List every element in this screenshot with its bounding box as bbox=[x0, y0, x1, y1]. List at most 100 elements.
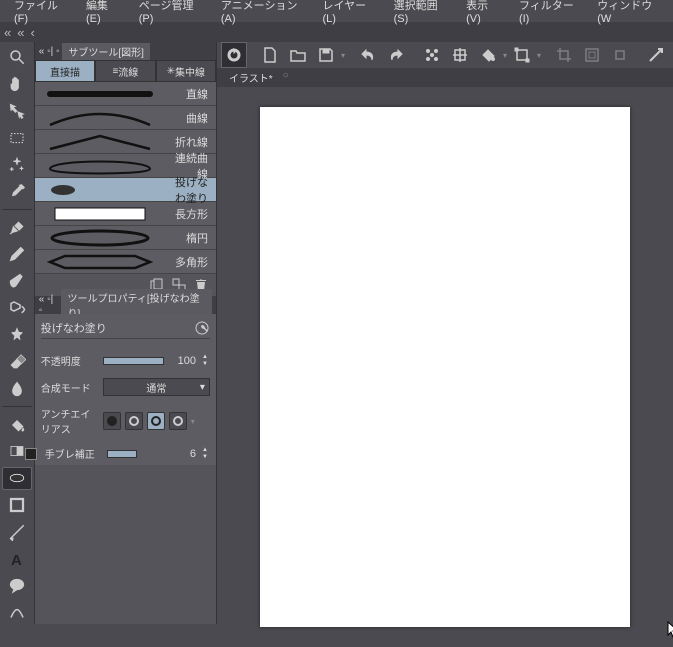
wand-tool[interactable] bbox=[2, 153, 32, 176]
canvas[interactable] bbox=[260, 107, 630, 627]
group-concentration-line[interactable]: ✳ 集中線 bbox=[156, 60, 216, 82]
opacity-value[interactable]: 100 bbox=[168, 355, 196, 367]
blend-mode-dropdown[interactable]: 通常 bbox=[103, 378, 210, 396]
canvas-column: ▾ ▾ ▾ イラスト* ○ bbox=[217, 42, 673, 624]
subtool-label: 長方形 bbox=[165, 206, 216, 222]
property-name: 投げなわ塗り bbox=[41, 320, 107, 336]
move-tool[interactable] bbox=[2, 100, 32, 123]
prop-stabilize-row: 手ブレ補正 6 ▲▼ bbox=[41, 446, 210, 461]
aa-option-mid[interactable] bbox=[147, 412, 165, 430]
menu-bar: ファイル(F) 編集(E) ページ管理(P) アニメーション(A) レイヤー(L… bbox=[0, 0, 673, 22]
blend-tool[interactable] bbox=[2, 377, 32, 400]
subtool-label: 直線 bbox=[165, 86, 216, 102]
stabilize-value[interactable]: 6 bbox=[168, 448, 196, 460]
pencil-tool[interactable] bbox=[2, 243, 32, 266]
prop-antialias-row: アンチエイリアス ▾ bbox=[41, 406, 210, 436]
menu-animation[interactable]: アニメーション(A) bbox=[211, 0, 313, 25]
hand-tool[interactable] bbox=[2, 73, 32, 96]
eyedropper-tool[interactable] bbox=[2, 180, 32, 203]
stabilize-label: 手ブレ補正 bbox=[45, 446, 103, 461]
eraser-tool[interactable] bbox=[2, 350, 32, 373]
subtool-group-bar: 直接描 ≡ 流線 ✳ 集中線 bbox=[35, 60, 216, 82]
pen-tool[interactable] bbox=[2, 216, 32, 239]
autosave-icon[interactable] bbox=[221, 42, 247, 68]
prop-blend-row: 合成モード 通常 bbox=[41, 378, 210, 396]
menu-layer[interactable]: レイヤー(L) bbox=[313, 0, 384, 25]
subtool-label: 曲線 bbox=[165, 110, 216, 126]
canvas-viewport[interactable] bbox=[217, 87, 673, 647]
figure-tool[interactable] bbox=[2, 467, 32, 490]
aa-option-strong[interactable] bbox=[169, 412, 187, 430]
balloon-tool[interactable] bbox=[2, 574, 32, 597]
text-tool[interactable]: A bbox=[2, 547, 32, 570]
nav-row: « « ‹ bbox=[0, 22, 673, 42]
tool-property-body: 投げなわ塗り 不透明度 100 ▲▼ 合成モード 通常 bbox=[35, 314, 216, 465]
magnifier-tool[interactable] bbox=[2, 46, 32, 69]
stabilize-checkbox[interactable] bbox=[25, 448, 37, 460]
subtool-polygon[interactable]: 多角形 bbox=[35, 250, 216, 274]
group-stream-line[interactable]: ≡ 流線 bbox=[95, 60, 155, 82]
stabilize-slider[interactable] bbox=[107, 450, 137, 458]
menu-window[interactable]: ウィンドウ(W bbox=[587, 0, 669, 25]
opacity-slider[interactable] bbox=[103, 357, 164, 365]
tool-strip: A bbox=[0, 42, 35, 624]
document-tab-bar: イラスト* ○ bbox=[217, 68, 673, 87]
correct-line-tool[interactable] bbox=[2, 601, 32, 624]
aa-option-none[interactable] bbox=[103, 412, 121, 430]
transform-icon[interactable] bbox=[509, 42, 535, 68]
nav-chevron-3[interactable]: ‹ bbox=[30, 25, 34, 40]
svg-text:A: A bbox=[11, 552, 22, 568]
prop-opacity-row: 不透明度 100 ▲▼ bbox=[41, 353, 210, 368]
stabilize-spinner[interactable]: ▲▼ bbox=[200, 447, 210, 461]
open-file-icon[interactable] bbox=[285, 42, 311, 68]
subtool-label: 折れ線 bbox=[165, 134, 216, 150]
close-tab-icon[interactable]: ○ bbox=[283, 70, 289, 81]
opacity-label: 不透明度 bbox=[41, 353, 99, 368]
crop-icon[interactable] bbox=[551, 42, 577, 68]
subtool-straight-line[interactable]: 直線 bbox=[35, 82, 216, 106]
nav-chevron-1[interactable]: « bbox=[4, 25, 11, 40]
subtool-label: 楕円 bbox=[165, 230, 216, 246]
airbrush-tool[interactable] bbox=[2, 297, 32, 320]
canvas-size-icon[interactable] bbox=[579, 42, 605, 68]
document-tab[interactable]: イラスト* ○ bbox=[221, 68, 293, 87]
subtool-label: 多角形 bbox=[165, 254, 216, 270]
ruler-tool[interactable] bbox=[2, 521, 32, 544]
brush-tool[interactable] bbox=[2, 270, 32, 293]
rotate-canvas-icon[interactable] bbox=[607, 42, 633, 68]
subtool-panel-header: « ◦| ◦ サブツール[図形] bbox=[35, 42, 216, 60]
subtool-ellipse[interactable]: 楕円 bbox=[35, 226, 216, 250]
subtool-label: 投げなわ塗り bbox=[165, 174, 216, 206]
subtool-rectangle[interactable]: 長方形 bbox=[35, 202, 216, 226]
wrench-icon[interactable] bbox=[194, 320, 210, 336]
frame-tool[interactable] bbox=[2, 494, 32, 517]
cut-icon[interactable] bbox=[447, 42, 473, 68]
menu-view[interactable]: 表示(V) bbox=[456, 0, 509, 25]
menu-filter[interactable]: フィルター(I) bbox=[509, 0, 587, 25]
snap-icon[interactable] bbox=[643, 42, 669, 68]
save-file-icon[interactable] bbox=[313, 42, 339, 68]
aa-option-weak[interactable] bbox=[125, 412, 143, 430]
menu-selection[interactable]: 選択範囲(S) bbox=[384, 0, 457, 25]
subtool-list: 直線 曲線 折れ線 連続曲線 投げなわ塗り 長方形 bbox=[35, 82, 216, 274]
subtool-lasso-fill[interactable]: 投げなわ塗り bbox=[35, 178, 216, 202]
nav-chevron-2[interactable]: « bbox=[17, 25, 24, 40]
group-direct-draw[interactable]: 直接描 bbox=[35, 60, 95, 82]
marquee-tool[interactable] bbox=[2, 127, 32, 150]
blend-label: 合成モード bbox=[41, 380, 99, 395]
redo-icon[interactable] bbox=[383, 42, 409, 68]
subtool-panel-title: サブツール[図形] bbox=[62, 43, 150, 60]
decoration-tool[interactable] bbox=[2, 324, 32, 347]
antialias-label: アンチエイリアス bbox=[41, 406, 99, 436]
clear-icon[interactable] bbox=[419, 42, 445, 68]
subtool-curve[interactable]: 曲線 bbox=[35, 106, 216, 130]
new-file-icon[interactable] bbox=[257, 42, 283, 68]
menu-page[interactable]: ページ管理(P) bbox=[129, 0, 211, 25]
menu-file[interactable]: ファイル(F) bbox=[4, 0, 76, 25]
fill-cmd-icon[interactable] bbox=[475, 42, 501, 68]
undo-icon[interactable] bbox=[355, 42, 381, 68]
fill-tool[interactable] bbox=[2, 413, 32, 436]
opacity-spinner[interactable]: ▲▼ bbox=[200, 354, 210, 368]
menu-edit[interactable]: 編集(E) bbox=[76, 0, 129, 25]
command-bar: ▾ ▾ ▾ bbox=[217, 42, 673, 68]
